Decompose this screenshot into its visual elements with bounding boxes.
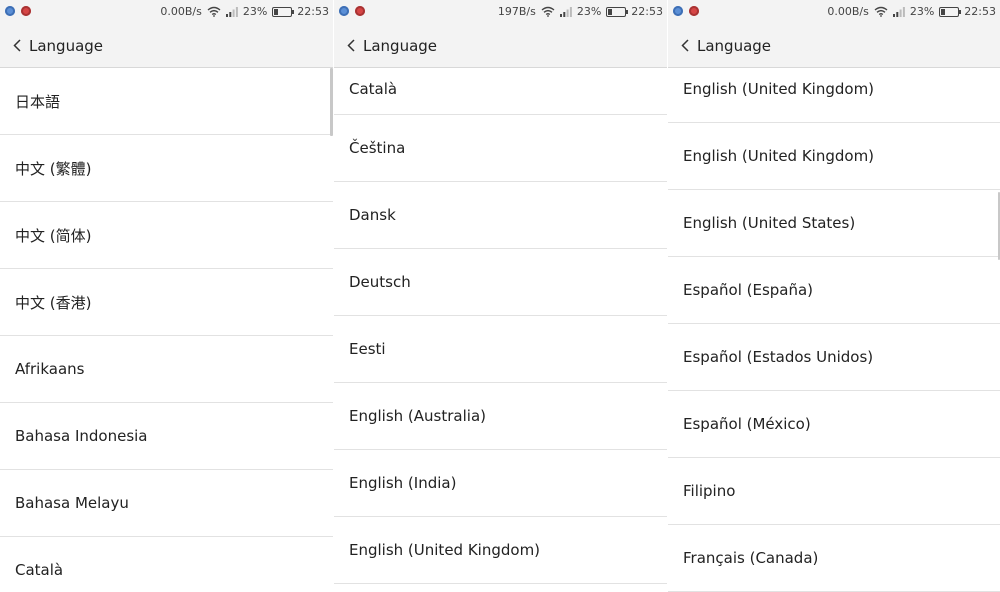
battery-percent: 23% — [909, 5, 935, 18]
language-label: English (United Kingdom) — [683, 147, 875, 165]
status-bar: 0.00B/s 23% 22:53 — [668, 0, 1000, 24]
chevron-left-icon — [681, 39, 689, 52]
language-list-item[interactable]: Español (Estados Unidos) — [668, 324, 1000, 391]
language-label: Bahasa Melayu — [15, 494, 129, 512]
language-label: 中文 (香港) — [15, 293, 92, 312]
page-title: Language — [697, 36, 772, 55]
language-label: Français (Canada) — [683, 549, 819, 567]
language-label: Español (México) — [683, 415, 811, 433]
clock: 22:53 — [297, 5, 329, 18]
app-notification-icon — [355, 6, 365, 16]
network-speed: 0.00B/s — [160, 5, 202, 18]
app-notification-icon — [339, 6, 349, 16]
language-list-item[interactable]: Català — [0, 537, 333, 592]
language-label: English (United Kingdom) — [683, 80, 875, 98]
language-list-item[interactable]: Afrikaans — [0, 336, 333, 403]
status-bar: 0.00B/s 23% 22:53 — [0, 0, 333, 24]
clock: 22:53 — [964, 5, 996, 18]
wifi-icon — [874, 6, 888, 17]
screen-panel-2: 197B/s 23% 22:53 Language Català Čeština… — [334, 0, 667, 592]
language-label: Čeština — [349, 139, 406, 157]
language-label: English (India) — [349, 474, 457, 492]
battery-percent: 23% — [576, 5, 602, 18]
app-notification-icon — [689, 6, 699, 16]
language-label: Español (Estados Unidos) — [683, 348, 874, 366]
language-label: Deutsch — [349, 273, 411, 291]
language-list-item[interactable]: 中文 (繁體) — [0, 135, 333, 202]
page-title: Language — [29, 36, 104, 55]
language-list[interactable]: English (United Kingdom) English (United… — [668, 68, 1000, 592]
scrollbar-thumb[interactable] — [330, 68, 333, 136]
wifi-icon — [541, 6, 555, 17]
language-list-item[interactable]: English (Australia) — [334, 383, 667, 450]
network-speed: 197B/s — [497, 5, 536, 18]
battery-icon — [939, 6, 962, 17]
language-label: Dansk — [349, 206, 396, 224]
wifi-icon — [207, 6, 221, 17]
language-list-item[interactable]: Deutsch — [334, 249, 667, 316]
language-label: 中文 (简体) — [15, 226, 92, 245]
chevron-left-icon — [13, 39, 21, 52]
language-list-item[interactable]: 中文 (简体) — [0, 202, 333, 269]
language-list-item[interactable]: English (United Kingdom) — [668, 56, 1000, 123]
language-label: 日本語 — [15, 92, 61, 111]
back-button[interactable]: Language — [0, 37, 103, 55]
battery-percent: 23% — [242, 5, 268, 18]
language-list-item[interactable]: English (United States) — [668, 190, 1000, 257]
app-notification-icon — [21, 6, 31, 16]
language-list-item[interactable]: Français (Canada) — [668, 525, 1000, 592]
language-label: Filipino — [683, 482, 736, 500]
language-list-item[interactable]: English (India) — [334, 450, 667, 517]
battery-icon — [272, 6, 295, 17]
back-button[interactable]: Language — [668, 37, 771, 55]
app-notification-icon — [5, 6, 15, 16]
language-list-item[interactable]: Čeština — [334, 115, 667, 182]
language-label: English (United Kingdom) — [349, 541, 541, 559]
language-label: Català — [349, 80, 398, 98]
language-list-item[interactable]: Español (España) — [668, 257, 1000, 324]
language-list[interactable]: Català Čeština Dansk Deutsch Eesti Engli… — [334, 68, 667, 592]
screen-panel-3: 0.00B/s 23% 22:53 Language English (Unit… — [668, 0, 1000, 592]
language-label: Afrikaans — [15, 360, 85, 378]
language-list-item[interactable]: Bahasa Melayu — [0, 470, 333, 537]
language-label: Español (España) — [683, 281, 814, 299]
language-label: English (United States) — [683, 214, 856, 232]
language-list-item[interactable]: 日本語 — [0, 68, 333, 135]
status-bar: 197B/s 23% 22:53 — [334, 0, 667, 24]
language-list-item[interactable]: Filipino — [668, 458, 1000, 525]
signal-icon — [559, 6, 572, 17]
language-list-item[interactable]: Dansk — [334, 182, 667, 249]
language-label: 中文 (繁體) — [15, 159, 92, 178]
language-list[interactable]: 日本語 中文 (繁體) 中文 (简体) 中文 (香港) Afrikaans Ba… — [0, 68, 333, 592]
app-header: Language — [0, 24, 333, 68]
language-list-item[interactable]: Bahasa Indonesia — [0, 403, 333, 470]
language-list-item[interactable]: Español (México) — [668, 391, 1000, 458]
language-list-item[interactable]: 中文 (香港) — [0, 269, 333, 336]
language-list-item[interactable]: Eesti — [334, 316, 667, 383]
language-label: Eesti — [349, 340, 386, 358]
app-notification-icon — [673, 6, 683, 16]
language-label: Bahasa Indonesia — [15, 427, 148, 445]
language-list-item[interactable]: English (United Kingdom) — [668, 123, 1000, 190]
clock: 22:53 — [631, 5, 663, 18]
network-speed: 0.00B/s — [827, 5, 869, 18]
signal-icon — [225, 6, 238, 17]
language-label: Català — [15, 561, 64, 579]
language-list-item[interactable]: English (United Kingdom) — [334, 517, 667, 584]
language-list-item[interactable]: Català — [334, 48, 667, 115]
battery-icon — [606, 6, 629, 17]
screen-panel-1: 0.00B/s 23% 22:53 Language 日本語 中文 (繁體) 中… — [0, 0, 333, 592]
language-label: English (Australia) — [349, 407, 486, 425]
signal-icon — [892, 6, 905, 17]
